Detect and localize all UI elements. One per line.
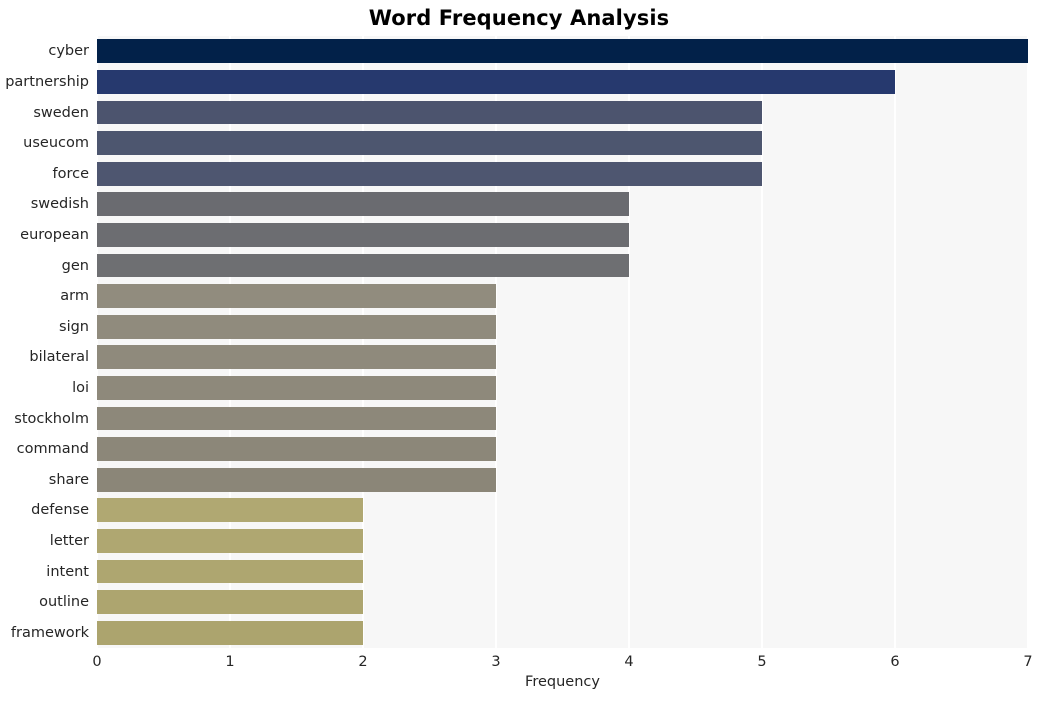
y-tick-label-defense: defense — [31, 502, 89, 519]
y-tick-label-useucom: useucom — [23, 135, 89, 152]
bar-framework[interactable] — [97, 620, 363, 645]
bar-row — [97, 590, 1028, 615]
y-axis: cyber partnership sweden useucom force swedis… — [0, 36, 89, 648]
x-tick-label-5: 5 — [757, 654, 767, 670]
bar-row — [97, 406, 1028, 431]
bar-row — [97, 253, 1028, 278]
y-tick-label-loi: loi — [72, 379, 89, 396]
y-tick-label-intent: intent — [46, 563, 89, 580]
y-tick-label-sign: sign — [59, 318, 89, 335]
bar-command[interactable] — [97, 437, 496, 462]
bar-row — [97, 100, 1028, 125]
chart-title: Word Frequency Analysis — [368, 6, 670, 30]
chart-figure: Word Frequency Analysis cyber partnership… — [0, 0, 1038, 701]
bar-intent[interactable] — [97, 559, 363, 584]
y-tick-label-letter: letter — [49, 532, 89, 549]
y-tick-label-outline: outline — [39, 594, 89, 611]
bar-letter[interactable] — [97, 528, 363, 553]
bar-row — [97, 345, 1028, 370]
bar-row — [97, 498, 1028, 523]
y-tick-label-bilateral: bilateral — [29, 349, 89, 366]
bar-arm[interactable] — [97, 284, 496, 309]
bar-row — [97, 284, 1028, 309]
x-tick-label-7: 7 — [1023, 654, 1033, 670]
x-axis-title: Frequency — [525, 674, 600, 690]
y-tick-label-european: european — [20, 226, 89, 243]
bar-bilateral[interactable] — [97, 345, 496, 370]
y-tick-label-gen: gen — [61, 257, 89, 274]
bar-gen[interactable] — [97, 253, 629, 278]
bar-row — [97, 192, 1028, 217]
bar-row — [97, 528, 1028, 553]
bar-row — [97, 161, 1028, 186]
x-tick-label-1: 1 — [225, 654, 235, 670]
bar-useucom[interactable] — [97, 131, 762, 156]
y-tick-label-framework: framework — [10, 624, 89, 641]
plot-area — [96, 36, 1029, 648]
bar-cyber[interactable] — [97, 39, 1028, 64]
y-tick-label-partnership: partnership — [5, 73, 89, 90]
bar-row — [97, 222, 1028, 247]
bar-share[interactable] — [97, 467, 496, 492]
y-tick-label-sweden: sweden — [33, 104, 89, 121]
bar-row — [97, 69, 1028, 94]
y-tick-label-share: share — [48, 471, 89, 488]
bar-row — [97, 559, 1028, 584]
bar-row — [97, 375, 1028, 400]
x-tick-label-6: 6 — [890, 654, 900, 670]
bar-stockholm[interactable] — [97, 406, 496, 431]
bar-partnership[interactable] — [97, 69, 895, 94]
bar-force[interactable] — [97, 161, 762, 186]
bar-row — [97, 437, 1028, 462]
bar-row — [97, 467, 1028, 492]
bars-layer — [97, 36, 1028, 648]
x-tick-label-4: 4 — [624, 654, 634, 670]
bar-outline[interactable] — [97, 590, 363, 615]
y-tick-label-cyber: cyber — [48, 43, 89, 60]
bar-defense[interactable] — [97, 498, 363, 523]
x-tick-label-0: 0 — [92, 654, 102, 670]
y-tick-label-stockholm: stockholm — [14, 410, 89, 427]
bar-row — [97, 620, 1028, 645]
x-tick-label-3: 3 — [491, 654, 501, 670]
bar-row — [97, 39, 1028, 64]
bar-sweden[interactable] — [97, 100, 762, 125]
x-tick-label-2: 2 — [358, 654, 368, 670]
bar-sign[interactable] — [97, 314, 496, 339]
bar-row — [97, 131, 1028, 156]
y-tick-label-swedish: swedish — [30, 196, 89, 213]
bar-row — [97, 314, 1028, 339]
y-tick-label-command: command — [16, 441, 89, 458]
bar-european[interactable] — [97, 222, 629, 247]
y-tick-label-arm: arm — [60, 288, 89, 305]
bar-swedish[interactable] — [97, 192, 629, 217]
bar-loi[interactable] — [97, 375, 496, 400]
y-tick-label-force: force — [52, 165, 89, 182]
